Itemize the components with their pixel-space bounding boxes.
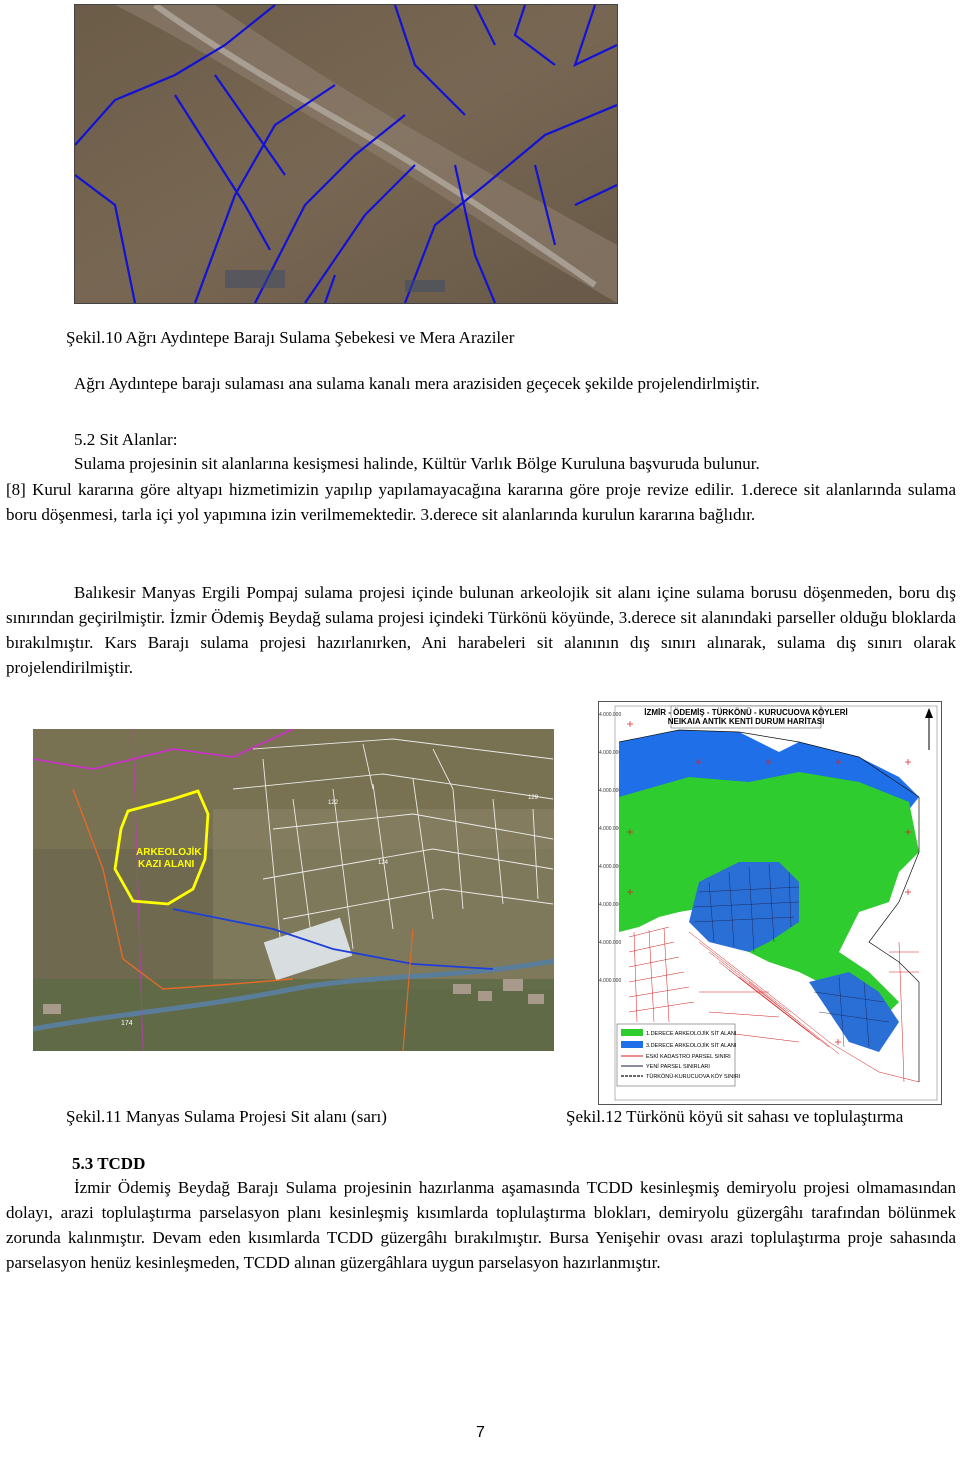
figure-10-caption: Şekil.10 Ağrı Aydıntepe Barajı Sulama Şe… xyxy=(66,328,515,347)
figure-12-turkonu-map: İZMİR - ÖDEMİŞ - TÜRKÖNÜ - KURUCUOVA KÖY… xyxy=(598,701,942,1105)
map-title-line2: NEIKAIA ANTİK KENTİ DURUM HARİTASI xyxy=(668,717,825,726)
parcel-number: 174 xyxy=(121,1020,133,1027)
figure-11-caption: Şekil.11 Manyas Sulama Projesi Sit alanı… xyxy=(66,1107,387,1126)
svg-text:4.000.000: 4.000.000 xyxy=(599,940,621,946)
figure-12-caption: Şekil.12 Türkönü köyü sit sahası ve topl… xyxy=(566,1107,904,1126)
aerial-map-image xyxy=(75,5,617,303)
map-title-line1: İZMİR - ÖDEMİŞ - TÜRKÖNÜ - KURUCUOVA KÖY… xyxy=(644,708,848,717)
map-legend: 1.DERECE ARKEOLOJİK SİT ALANI 3.DERECE A… xyxy=(616,1023,741,1087)
legend-item: 1.DERECE ARKEOLOJİK SİT ALANI xyxy=(646,1030,737,1037)
figure-10-aerial-map xyxy=(74,4,618,304)
section-5-3-paragraph: İzmir Ödemiş Beydağ Barajı Sulama projes… xyxy=(6,1178,956,1272)
paragraph-1: Ağrı Aydıntepe barajı sulaması ana sulam… xyxy=(74,374,760,393)
section-5-2-heading: 5.2 Sit Alanlar: xyxy=(74,430,178,449)
svg-text:4.000.000: 4.000.000 xyxy=(599,788,621,794)
site-label-line2: KAZI ALANI xyxy=(138,859,195,870)
section-5-2-first-line: Sulama projesinin sit alanlarına kesişme… xyxy=(74,454,760,473)
parcel-number: 129 xyxy=(528,795,539,801)
site-label-line1: ARKEOLOJİK xyxy=(136,845,202,858)
section-5-3-heading: 5.3 TCDD xyxy=(72,1154,146,1173)
legend-item: TÜRKÖNÜ-KURUCUOVA KÖY SINIRI xyxy=(646,1073,741,1080)
svg-text:4.000.000: 4.000.000 xyxy=(599,826,621,832)
svg-text:4.000.000: 4.000.000 xyxy=(599,978,621,984)
svg-text:4.000.000: 4.000.000 xyxy=(599,864,621,870)
svg-text:4.000.000: 4.000.000 xyxy=(599,750,621,756)
legend-item: YENİ PARSEL SINIRLARI xyxy=(646,1063,710,1070)
section-5-2-paragraph: [8] Kurul kararına göre altyapı hizmetim… xyxy=(6,480,956,524)
svg-text:4.000.000: 4.000.000 xyxy=(599,902,621,908)
legend-item: ESKİ KADASTRO PARSEL SINIRI xyxy=(646,1053,731,1060)
page-number: 7 xyxy=(476,1424,485,1441)
turkonu-site-map: İZMİR - ÖDEMİŞ - TÜRKÖNÜ - KURUCUOVA KÖY… xyxy=(599,702,941,1104)
svg-text:4.000.000: 4.000.000 xyxy=(599,712,621,718)
legend-item: 3.DERECE ARKEOLOJİK SİT ALANI xyxy=(646,1042,737,1049)
manyas-site-map: ARKEOLOJİK KAZI ALANI 122 124 129 174 xyxy=(33,729,554,1051)
figure-11-manyas-map: ARKEOLOJİK KAZI ALANI 122 124 129 174 xyxy=(33,729,554,1051)
parcel-number: 122 xyxy=(328,800,339,806)
parcel-number: 124 xyxy=(378,860,389,866)
section-5-2-paragraph-2: Balıkesir Manyas Ergili Pompaj sulama pr… xyxy=(6,583,956,677)
